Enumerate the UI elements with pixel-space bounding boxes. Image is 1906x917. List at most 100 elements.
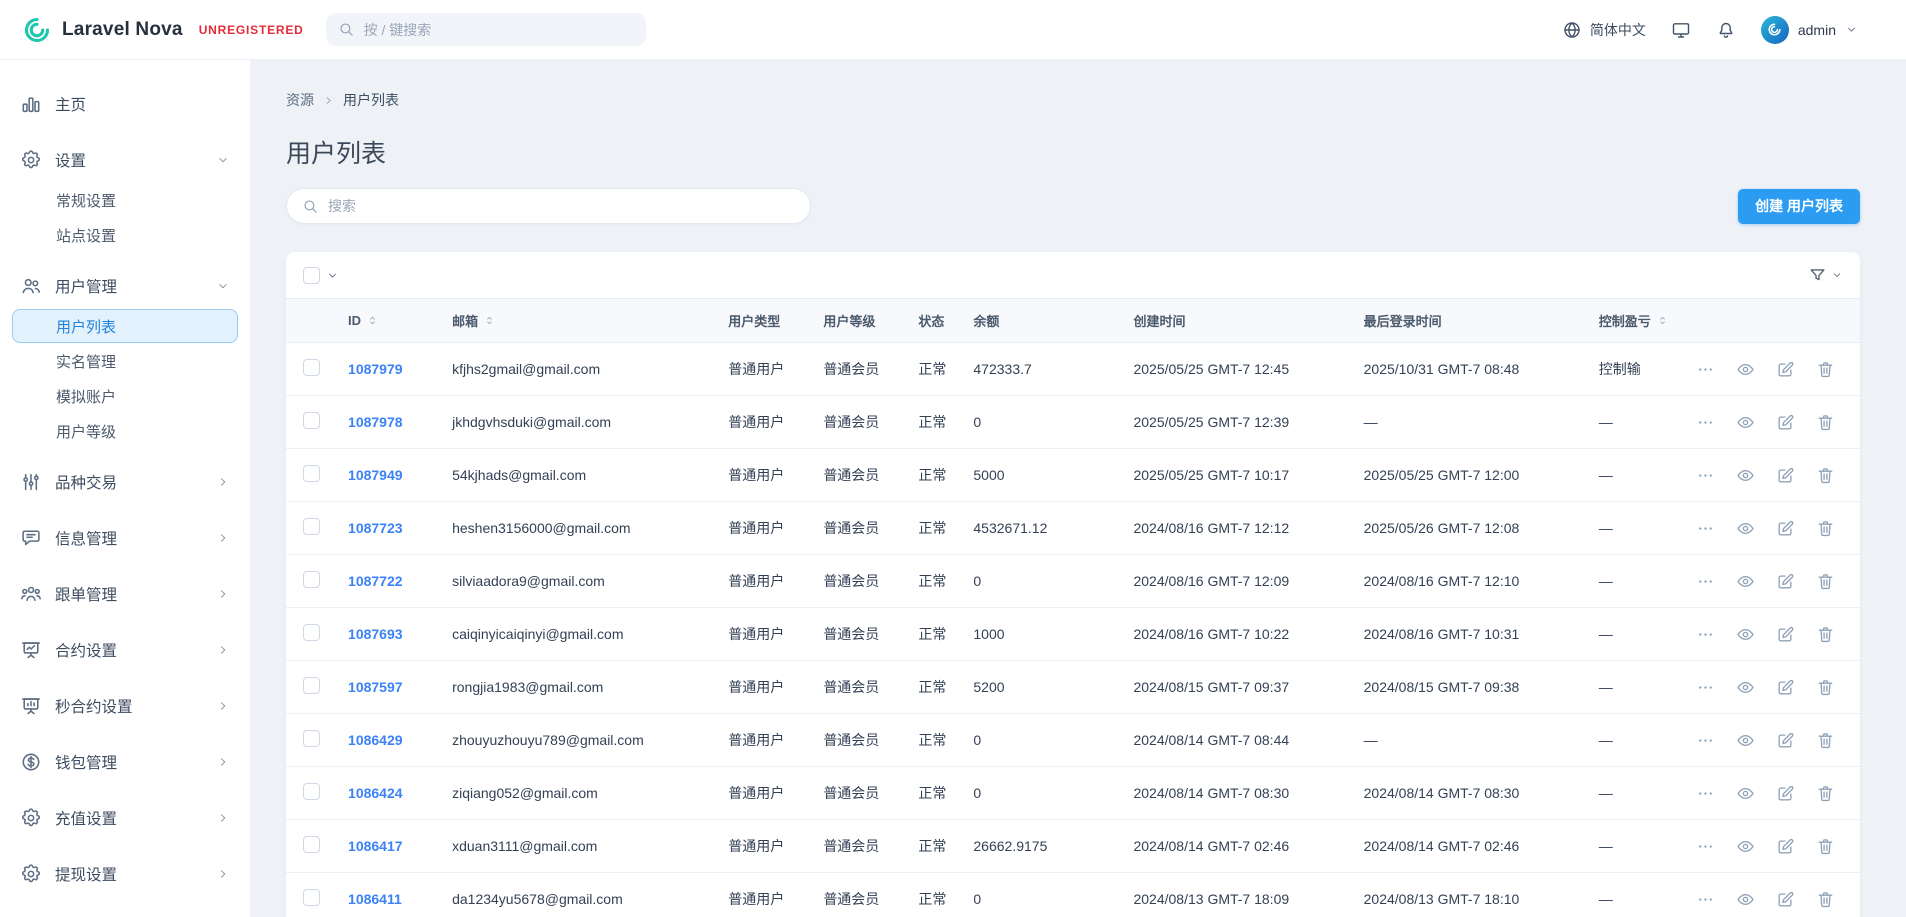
row-view-button[interactable] (1736, 678, 1755, 697)
sidebar-item-wallet-management[interactable]: 钱包管理 (12, 740, 238, 784)
row-more-button[interactable] (1696, 625, 1715, 644)
sidebar-item-contract-settings[interactable]: 合约设置 (12, 628, 238, 672)
row-id-link[interactable]: 1087597 (348, 679, 403, 695)
row-delete-button[interactable] (1816, 625, 1835, 644)
row-delete-button[interactable] (1816, 731, 1835, 750)
row-id-link[interactable]: 1086417 (348, 838, 403, 854)
row-more-button[interactable] (1696, 572, 1715, 591)
sidebar-item-settings[interactable]: 设置 (12, 138, 238, 182)
column-header[interactable]: 控制盈亏 (1587, 299, 1692, 343)
row-more-button[interactable] (1696, 466, 1715, 485)
row-more-button[interactable] (1696, 678, 1715, 697)
sidebar-item-copy-trading[interactable]: 跟单管理 (12, 572, 238, 616)
row-checkbox[interactable] (303, 783, 320, 800)
row-more-button[interactable] (1696, 413, 1715, 432)
row-more-button[interactable] (1696, 837, 1715, 856)
sidebar-subitem-site-settings[interactable]: 站点设置 (12, 218, 238, 252)
row-checkbox[interactable] (303, 677, 320, 694)
row-view-button[interactable] (1736, 572, 1755, 591)
locale-switcher[interactable]: 简体中文 (1562, 20, 1646, 40)
brand-link[interactable]: Laravel Nova (22, 15, 183, 45)
sidebar-subitem-real-name-management[interactable]: 实名管理 (12, 344, 238, 378)
sidebar-subitem-demo-accounts[interactable]: 模拟账户 (12, 379, 238, 413)
sidebar-item-second-contract-settings[interactable]: 秒合约设置 (12, 684, 238, 728)
row-more-button[interactable] (1696, 890, 1715, 909)
global-search-input[interactable] (364, 22, 634, 38)
sidebar-subitem-user-list[interactable]: 用户列表 (12, 309, 238, 343)
row-checkbox[interactable] (303, 571, 320, 588)
row-checkbox[interactable] (303, 412, 320, 429)
row-id-link[interactable]: 1086424 (348, 785, 403, 801)
sort-icon[interactable] (483, 314, 496, 327)
sidebar-item-home[interactable]: 主页 (12, 82, 238, 126)
filter-button[interactable] (1808, 266, 1843, 285)
row-id-link[interactable]: 1087693 (348, 626, 403, 642)
row-id-link[interactable]: 1086411 (348, 891, 402, 907)
sidebar-item-user-management[interactable]: 用户管理 (12, 264, 238, 308)
row-checkbox[interactable] (303, 730, 320, 747)
sidebar-subitem-user-levels[interactable]: 用户等级 (12, 414, 238, 448)
row-delete-button[interactable] (1816, 572, 1835, 591)
row-edit-button[interactable] (1776, 360, 1795, 379)
sidebar-item-deposit-settings[interactable]: 充值设置 (12, 796, 238, 840)
row-id-link[interactable]: 1087723 (348, 520, 403, 536)
sort-icon[interactable] (366, 314, 379, 327)
row-delete-button[interactable] (1816, 678, 1835, 697)
row-id-link[interactable]: 1087978 (348, 414, 403, 430)
breadcrumb-resources-link[interactable]: 资源 (286, 90, 314, 110)
row-edit-button[interactable] (1776, 572, 1795, 591)
row-view-button[interactable] (1736, 466, 1755, 485)
row-id-link[interactable]: 1086429 (348, 732, 403, 748)
row-delete-button[interactable] (1816, 837, 1835, 856)
notifications-button[interactable] (1716, 20, 1736, 40)
user-menu[interactable]: admin (1761, 16, 1858, 44)
row-checkbox[interactable] (303, 889, 320, 906)
row-delete-button[interactable] (1816, 890, 1835, 909)
row-checkbox[interactable] (303, 465, 320, 482)
row-edit-button[interactable] (1776, 625, 1795, 644)
row-edit-button[interactable] (1776, 784, 1795, 803)
row-id-link[interactable]: 1087722 (348, 573, 403, 589)
row-more-button[interactable] (1696, 360, 1715, 379)
row-edit-button[interactable] (1776, 678, 1795, 697)
resource-search-input[interactable] (328, 198, 795, 214)
row-delete-button[interactable] (1816, 413, 1835, 432)
row-more-button[interactable] (1696, 731, 1715, 750)
row-edit-button[interactable] (1776, 466, 1795, 485)
select-all-checkbox[interactable] (303, 267, 320, 284)
row-view-button[interactable] (1736, 837, 1755, 856)
row-delete-button[interactable] (1816, 519, 1835, 538)
row-more-button[interactable] (1696, 784, 1715, 803)
row-id-link[interactable]: 1087979 (348, 361, 403, 377)
row-view-button[interactable] (1736, 625, 1755, 644)
sidebar-subitem-general-settings[interactable]: 常规设置 (12, 183, 238, 217)
row-checkbox[interactable] (303, 518, 320, 535)
theme-toggle-button[interactable] (1671, 20, 1691, 40)
row-id-link[interactable]: 1087949 (348, 467, 403, 483)
row-view-button[interactable] (1736, 413, 1755, 432)
row-view-button[interactable] (1736, 731, 1755, 750)
create-button[interactable]: 创建 用户列表 (1738, 189, 1860, 224)
row-edit-button[interactable] (1776, 413, 1795, 432)
row-edit-button[interactable] (1776, 837, 1795, 856)
sidebar-item-information-management[interactable]: 信息管理 (12, 516, 238, 560)
row-edit-button[interactable] (1776, 519, 1795, 538)
sort-icon[interactable] (1656, 314, 1669, 327)
row-checkbox[interactable] (303, 836, 320, 853)
row-view-button[interactable] (1736, 360, 1755, 379)
row-view-button[interactable] (1736, 890, 1755, 909)
row-checkbox[interactable] (303, 624, 320, 641)
row-delete-button[interactable] (1816, 784, 1835, 803)
row-more-button[interactable] (1696, 519, 1715, 538)
column-header[interactable]: ID (336, 299, 440, 343)
row-edit-button[interactable] (1776, 731, 1795, 750)
select-all-dropdown-icon[interactable] (326, 269, 339, 282)
row-view-button[interactable] (1736, 519, 1755, 538)
sidebar-item-symbol-trading[interactable]: 品种交易 (12, 460, 238, 504)
row-edit-button[interactable] (1776, 890, 1795, 909)
row-delete-button[interactable] (1816, 466, 1835, 485)
column-header[interactable]: 邮箱 (440, 299, 716, 343)
row-view-button[interactable] (1736, 784, 1755, 803)
row-delete-button[interactable] (1816, 360, 1835, 379)
row-checkbox[interactable] (303, 359, 320, 376)
